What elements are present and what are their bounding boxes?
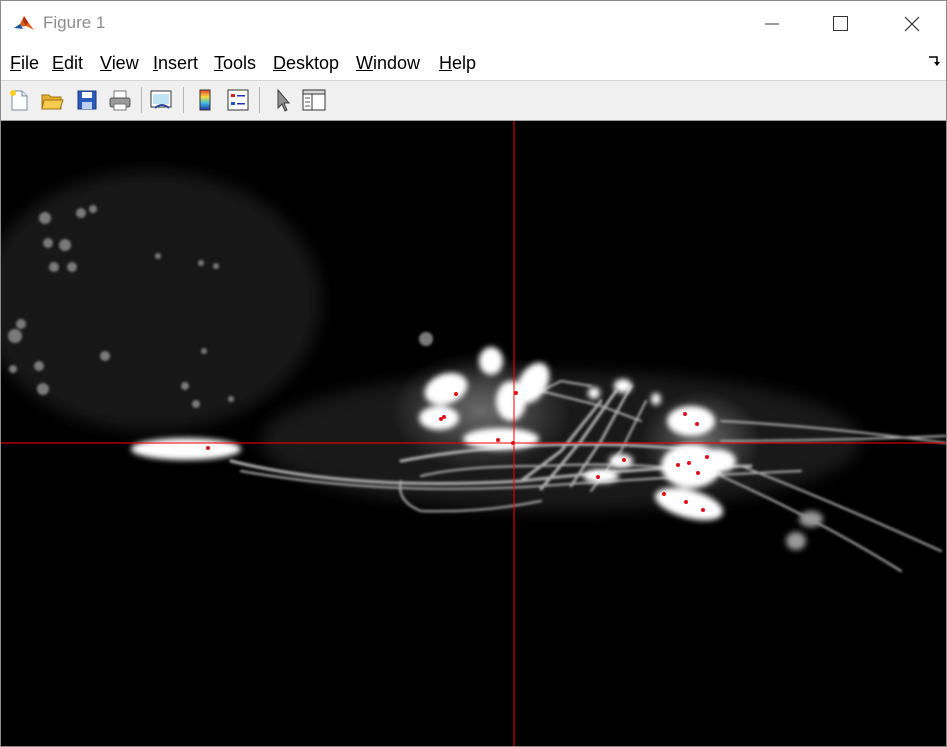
- menu-view[interactable]: View: [100, 53, 139, 74]
- insert-colorbar-icon: [199, 89, 211, 111]
- menu-desktop[interactable]: Desktop: [273, 53, 339, 74]
- image-axes[interactable]: [1, 121, 946, 746]
- insert-colorbar-button[interactable]: [190, 85, 220, 115]
- figure-toolbar: [1, 80, 946, 121]
- title-bar: Figure 1: [1, 1, 946, 46]
- print-button[interactable]: [105, 85, 135, 115]
- menu-help[interactable]: Help: [439, 53, 476, 74]
- property-inspector-button[interactable]: [299, 85, 329, 115]
- new-figure-button[interactable]: [4, 85, 34, 115]
- fluorescence-image: [1, 121, 946, 746]
- new-figure-icon: [10, 90, 28, 111]
- toolbar-separator: [141, 87, 142, 113]
- minimize-button[interactable]: [749, 1, 795, 46]
- close-button[interactable]: [889, 1, 935, 46]
- menu-edit[interactable]: Edit: [52, 53, 83, 74]
- figure-window: Figure 1 File Edit View Insert Tools Des…: [0, 0, 947, 747]
- edit-plot-icon: [277, 88, 291, 112]
- menu-insert[interactable]: Insert: [153, 53, 198, 74]
- open-file-icon: [41, 94, 64, 110]
- menu-bar: File Edit View Insert Tools Desktop Wind…: [1, 46, 946, 80]
- dock-arrow-icon: [929, 56, 940, 66]
- save-icon: [77, 90, 97, 110]
- window-title: Figure 1: [43, 13, 106, 32]
- insert-legend-button[interactable]: [223, 85, 253, 115]
- dock-figure-button[interactable]: [928, 54, 940, 72]
- toolbar-separator: [183, 87, 184, 113]
- toolbar-separator: [259, 87, 260, 113]
- open-file-button[interactable]: [37, 85, 67, 115]
- save-button[interactable]: [72, 85, 102, 115]
- menu-tools[interactable]: Tools: [214, 53, 256, 74]
- edit-plot-button[interactable]: [267, 85, 297, 115]
- menu-window[interactable]: Window: [356, 53, 420, 74]
- close-icon: [904, 16, 920, 31]
- maximize-icon: [833, 15, 848, 31]
- minimize-icon: [765, 23, 779, 24]
- property-inspector-icon: [302, 89, 326, 111]
- insert-legend-icon: [227, 89, 249, 111]
- link-plot-button[interactable]: [147, 85, 177, 115]
- print-icon: [109, 90, 131, 111]
- maximize-button[interactable]: [818, 1, 864, 46]
- matlab-icon: [12, 12, 36, 36]
- link-plot-icon: [150, 90, 172, 109]
- menu-file[interactable]: File: [10, 53, 39, 74]
